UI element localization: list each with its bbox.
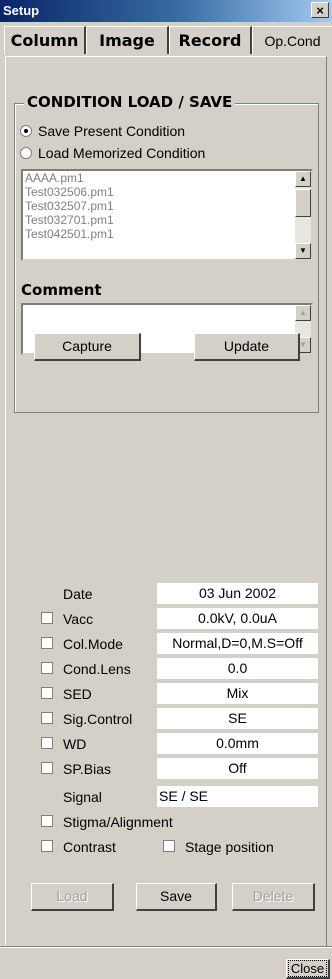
- close-button-label: Close: [287, 960, 328, 977]
- window-titlebar: Setup ×: [0, 0, 332, 22]
- col-mode-checkbox[interactable]: [41, 637, 53, 649]
- radio-save-present[interactable]: Save Present Condition: [20, 123, 185, 141]
- signal-value: SE / SE: [157, 786, 318, 807]
- tab-op-cond[interactable]: Op.Cond: [252, 26, 332, 54]
- date-label: Date: [63, 586, 93, 602]
- close-button[interactable]: Close: [286, 959, 330, 979]
- tab-column[interactable]: Column: [4, 26, 86, 54]
- condition-row-col-mode: Col.Mode Normal,D=0,M.S=Off: [0, 633, 332, 655]
- col-mode-value: Normal,D=0,M.S=Off: [157, 633, 318, 654]
- scroll-up-icon[interactable]: ▲: [295, 171, 311, 187]
- list-scrollbar[interactable]: ▲ ▼: [295, 171, 311, 259]
- sp-bias-value: Off: [157, 758, 318, 779]
- signal-row: Signal SE / SE: [0, 786, 332, 808]
- radio-save-label: Save Present Condition: [38, 123, 186, 139]
- date-value: 03 Jun 2002: [157, 583, 318, 604]
- stage-position-label: Stage position: [185, 839, 274, 855]
- footer-separator: [0, 946, 332, 948]
- sp-bias-label: SP.Bias: [63, 761, 111, 777]
- condition-row-sed: SED Mix: [0, 683, 332, 705]
- scroll-up-icon[interactable]: ▲: [295, 305, 311, 321]
- cond-lens-checkbox[interactable]: [41, 662, 53, 674]
- sed-value: Mix: [157, 683, 318, 704]
- window-close-button[interactable]: ×: [311, 2, 329, 18]
- cond-lens-label: Cond.Lens: [63, 661, 131, 677]
- cond-lens-value: 0.0: [157, 658, 318, 679]
- sig-control-value: SE: [157, 708, 318, 729]
- sig-control-label: Sig.Control: [63, 711, 133, 727]
- list-item[interactable]: Test042501.pm1: [23, 227, 311, 241]
- condition-row-sig-control: Sig.Control SE: [0, 708, 332, 730]
- vacc-label: Vacc: [63, 611, 94, 627]
- vacc-checkbox[interactable]: [41, 612, 53, 624]
- sed-label: SED: [63, 686, 92, 702]
- comment-label: Comment: [21, 281, 102, 299]
- memorized-conditions-list[interactable]: AAAA.pm1 Test032506.pm1 Test032507.pm1 T…: [21, 169, 313, 261]
- scroll-thumb[interactable]: [295, 189, 311, 217]
- capture-button[interactable]: Capture: [34, 333, 141, 361]
- condition-row-wd: WD 0.0mm: [0, 733, 332, 755]
- stigma-alignment-row: Stigma/Alignment: [0, 811, 332, 833]
- list-item[interactable]: Test032506.pm1: [23, 185, 311, 199]
- tab-record[interactable]: Record: [169, 26, 252, 54]
- group-title: CONDITION LOAD / SAVE: [24, 93, 236, 111]
- stigma-alignment-checkbox[interactable]: [41, 815, 53, 827]
- wd-value: 0.0mm: [157, 733, 318, 754]
- save-button[interactable]: Save: [136, 883, 217, 911]
- condition-row-cond-lens: Cond.Lens 0.0: [0, 658, 332, 680]
- contrast-checkbox[interactable]: [41, 840, 53, 852]
- load-button[interactable]: Load: [31, 883, 114, 911]
- date-row: Date 03 Jun 2002: [0, 583, 332, 605]
- radio-selected-icon: [20, 125, 32, 137]
- condition-row-vacc: Vacc 0.0kV, 0.0uA: [0, 608, 332, 630]
- list-item[interactable]: Test032701.pm1: [23, 213, 311, 227]
- radio-load-memorized[interactable]: Load Memorized Condition: [20, 145, 205, 163]
- scroll-down-icon[interactable]: ▼: [295, 243, 311, 259]
- tab-strip: Column Image Record Op.Cond: [0, 26, 332, 56]
- sed-checkbox[interactable]: [41, 687, 53, 699]
- signal-label: Signal: [63, 789, 102, 805]
- tab-image[interactable]: Image: [86, 26, 169, 54]
- col-mode-label: Col.Mode: [63, 636, 123, 652]
- contrast-label: Contrast: [63, 839, 116, 855]
- update-button[interactable]: Update: [194, 333, 300, 361]
- delete-button[interactable]: Delete: [232, 883, 315, 911]
- contrast-row: Contrast Stage position: [0, 836, 332, 858]
- radio-unselected-icon: [20, 147, 32, 159]
- stigma-alignment-label: Stigma/Alignment: [63, 814, 173, 830]
- wd-label: WD: [63, 736, 87, 752]
- sp-bias-checkbox[interactable]: [41, 762, 53, 774]
- condition-row-sp-bias: SP.Bias Off: [0, 758, 332, 780]
- list-item[interactable]: AAAA.pm1: [23, 171, 311, 185]
- list-item[interactable]: Test032507.pm1: [23, 199, 311, 213]
- vacc-value: 0.0kV, 0.0uA: [157, 608, 318, 629]
- window-title: Setup: [3, 3, 40, 18]
- stage-position-checkbox[interactable]: [163, 840, 175, 852]
- radio-load-label: Load Memorized Condition: [38, 145, 206, 161]
- wd-checkbox[interactable]: [41, 737, 53, 749]
- sig-control-checkbox[interactable]: [41, 712, 53, 724]
